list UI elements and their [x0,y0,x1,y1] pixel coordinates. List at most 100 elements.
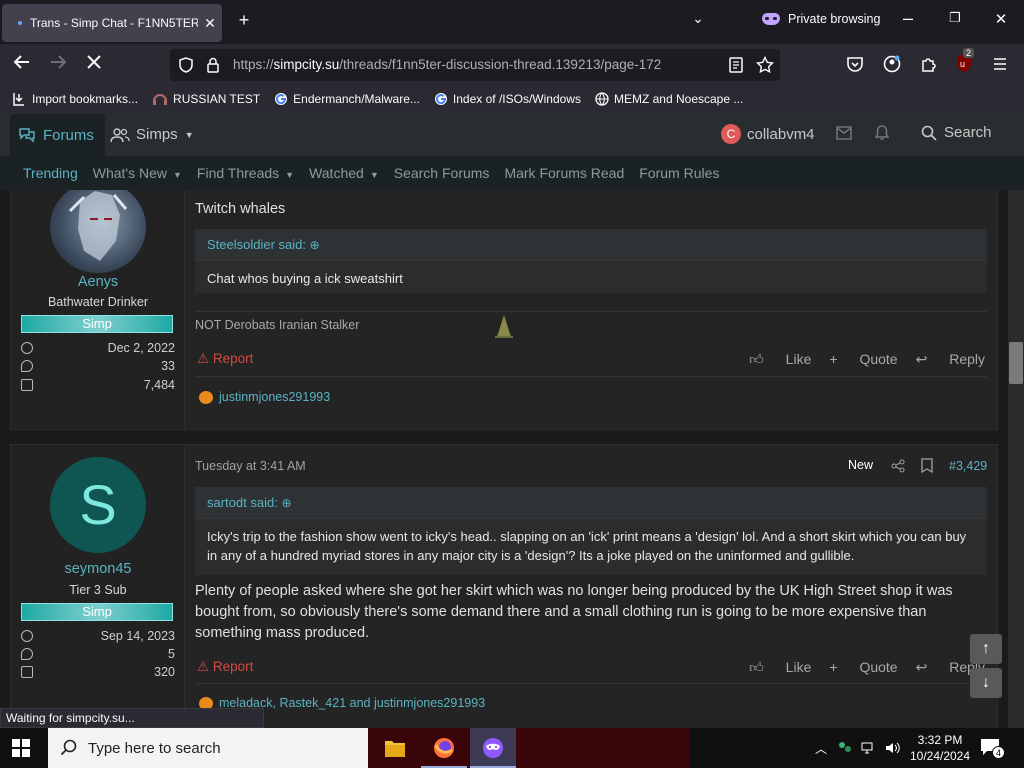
subnav-forum-rules[interactable]: Forum Rules [639,165,719,181]
thumbs-up-icon [21,379,33,391]
caret-down-icon[interactable]: ▼ [370,170,379,180]
extensions-puzzle-icon[interactable] [920,55,938,73]
account-icon[interactable] [883,55,901,73]
bookmark-iso-index[interactable]: Index of /ISOs/Windows [434,92,581,106]
address-bar[interactable]: https://simpcity.su/threads/f1nn5ter-dis… [170,49,780,81]
bookmark-memz[interactable]: MEMZ and Noescape ... [595,92,743,106]
post-author-name[interactable]: Aenys [11,274,185,290]
subnav-label: What's New [92,165,167,181]
scrollbar-thumb[interactable] [1009,342,1023,384]
windows-start-icon[interactable] [12,739,30,757]
list-all-tabs-button[interactable]: ⌄ [686,10,710,27]
browser-tab[interactable]: Trans - Simp Chat - F1NN5TER · ✕ [2,4,222,42]
reacted-by-list[interactable]: justinmjones291993 [219,390,330,404]
firefox-taskbar-button[interactable] [421,728,467,768]
forward-button[interactable] [48,52,72,72]
forums-tab[interactable]: Forums [10,114,105,156]
post-number-link[interactable]: #3,429 [949,459,987,473]
users-icon [110,127,130,142]
tracking-shield-icon[interactable] [178,57,194,73]
caret-down-icon[interactable]: ▼ [285,170,294,180]
reactions-divider [195,376,987,377]
subnav-label: Search Forums [393,165,490,181]
tab-close-button[interactable]: ✕ [198,15,222,32]
like-button[interactable]: 👍︎ Like [749,351,811,368]
bookmark-russian-test[interactable]: RUSSIAN TEST [152,92,260,106]
scroll-to-top-button[interactable]: ↑ [970,634,1002,664]
network-icon[interactable] [861,741,877,755]
private-browsing-indicator: Private browsing [762,12,880,26]
subnav-trending[interactable]: Trending [23,165,78,181]
maximize-button[interactable]: ❐ [943,10,967,26]
caret-down-icon[interactable]: ▼ [173,170,182,180]
volume-icon[interactable] [885,741,901,755]
import-icon [13,93,24,106]
file-explorer-button[interactable] [372,728,418,768]
url-text[interactable]: https://simpcity.su/threads/f1nn5ter-dis… [233,57,661,72]
hamburger-menu-icon[interactable] [992,56,1008,72]
report-button[interactable]: ⚠ Report [197,351,253,367]
quote-button[interactable]: + Quote [829,659,897,676]
pocket-icon[interactable] [846,55,864,73]
rank-banner: Simp [21,315,173,333]
taskbar-search-box[interactable]: Type here to search [48,728,368,768]
stop-loading-button[interactable] [84,52,108,72]
reply-button[interactable]: ↩ Reply [916,351,985,368]
browser-status-text: Waiting for simpcity.su... [0,708,264,728]
arrow-up-circle-icon[interactable]: ⊕ [281,496,291,510]
taskbar-clock[interactable]: 3:32 PM 10/24/2024 [905,732,975,764]
simps-menu[interactable]: Simps ▼ [110,126,194,143]
user-avatar-image[interactable] [50,190,146,273]
scroll-to-bottom-button[interactable]: ↓ [970,668,1002,698]
bookmark-label: Endermanch/Malware... [293,92,420,106]
page-scrollbar[interactable] [1008,190,1024,728]
reactions-bar[interactable]: justinmjones291993 [199,390,330,404]
quote-header[interactable]: sartodt said: ⊕ [195,487,987,519]
quote-button[interactable]: + Quote [829,351,897,368]
arrow-up-circle-icon[interactable]: ⊕ [310,238,320,252]
chevron-up-icon[interactable]: ︿ [815,740,827,757]
alerts-bell-icon[interactable] [875,125,889,141]
post-actions: 👍︎ Like + Quote ↩ Reply [731,659,985,676]
quote-header[interactable]: Steelsoldier said: ⊕ [195,229,987,261]
firefox-private-taskbar-button[interactable] [470,728,516,768]
reader-view-icon[interactable] [728,57,744,73]
user-avatar-letter[interactable]: S [50,457,146,553]
bookmark-star-icon[interactable] [756,56,774,74]
post-author-name[interactable]: seymon45 [11,561,185,577]
post-date[interactable]: Tuesday at 3:41 AM [195,459,306,473]
back-button[interactable] [12,52,36,72]
quote-author[interactable]: sartodt said: [207,495,278,510]
share-icon[interactable] [891,459,905,473]
user-account-menu[interactable]: C collabvm4 [721,124,815,144]
comments-icon [19,128,35,143]
like-button[interactable]: 👍︎ Like [749,659,811,676]
network-people-icon[interactable] [837,740,853,756]
bookmark-endermanch[interactable]: Endermanch/Malware... [274,92,420,106]
stat-reactions: 320 [21,665,175,679]
notification-count: 4 [992,746,1005,759]
subnav-whats-new[interactable]: What's New ▼ [93,165,182,181]
tab-title: Trans - Simp Chat - F1NN5TER · [30,16,198,30]
system-tray: ︿ [815,728,901,768]
bookmark-import[interactable]: Import bookmarks... [12,92,138,106]
search-button[interactable]: Search [921,124,992,141]
window-close-button[interactable]: ✕ [989,10,1013,28]
minimize-button[interactable]: – [896,8,920,29]
subnav-find-threads[interactable]: Find Threads ▼ [197,165,294,181]
report-button[interactable]: ⚠ Report [197,659,253,675]
ublock-extension-button[interactable]: u 2 [955,48,975,73]
quote-author[interactable]: Steelsoldier said: [207,237,306,252]
subnav-mark-read[interactable]: Mark Forums Read [504,165,624,181]
subnav-watched[interactable]: Watched ▼ [309,165,379,181]
new-tab-button[interactable]: + [232,10,256,31]
globe-icon [595,92,609,106]
inbox-envelope-icon[interactable] [836,126,852,140]
lock-icon[interactable] [206,57,220,73]
post-quote: sartodt said: ⊕ Icky's trip to the fashi… [195,487,987,575]
private-browsing-icon [483,738,503,758]
action-center-button[interactable]: 4 [980,738,1005,759]
subnav-search-forums[interactable]: Search Forums [394,165,490,181]
signature-image [495,315,513,338]
bookmark-icon[interactable] [921,458,933,473]
